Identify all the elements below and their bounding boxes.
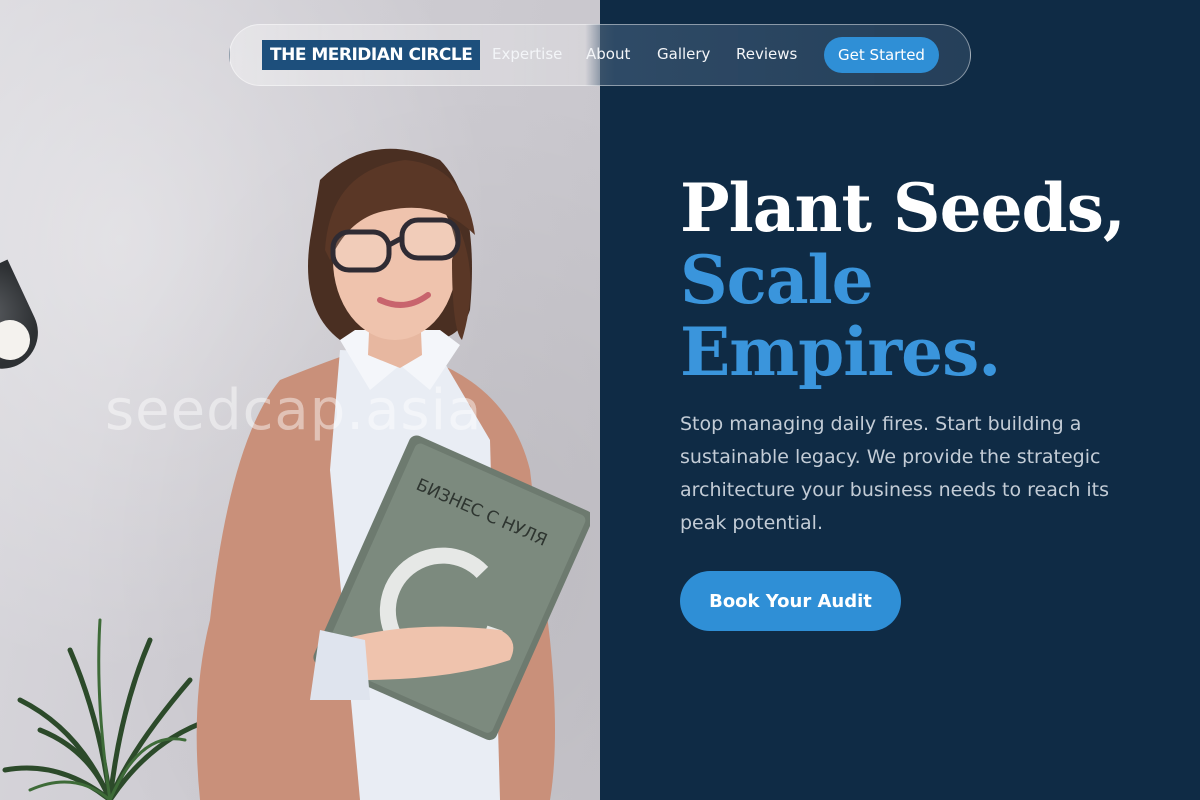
- hero-content: Plant Seeds, Scale Empires. Stop managin…: [600, 0, 1200, 800]
- brand-logo[interactable]: THE MERIDIAN CIRCLE: [262, 40, 481, 70]
- nav-link-about[interactable]: About: [586, 45, 630, 63]
- nav-link-reviews[interactable]: Reviews: [736, 45, 797, 63]
- nav-link-expertise[interactable]: Expertise: [492, 45, 562, 63]
- book-audit-button[interactable]: Book Your Audit: [680, 571, 901, 631]
- hero-description: Stop managing daily fires. Start buildin…: [680, 413, 1110, 534]
- nav-link-gallery[interactable]: Gallery: [657, 45, 710, 63]
- top-navigation: THE MERIDIAN CIRCLE Expertise About Gall…: [229, 24, 971, 86]
- hero-photo: БИЗНЕС С НУЛЯ seedcap.asia: [0, 0, 600, 800]
- get-started-button[interactable]: Get Started: [824, 37, 939, 73]
- watermark-text: seedcap.asia: [105, 378, 483, 443]
- hero-headline: Plant Seeds, Scale Empires.: [680, 169, 1126, 391]
- headline-line-2: Scale: [680, 241, 874, 319]
- woman-holding-book: БИЗНЕС С НУЛЯ: [196, 148, 590, 800]
- headline-line-1: Plant Seeds,: [680, 169, 1126, 247]
- headline-line-3: Empires.: [680, 313, 1001, 391]
